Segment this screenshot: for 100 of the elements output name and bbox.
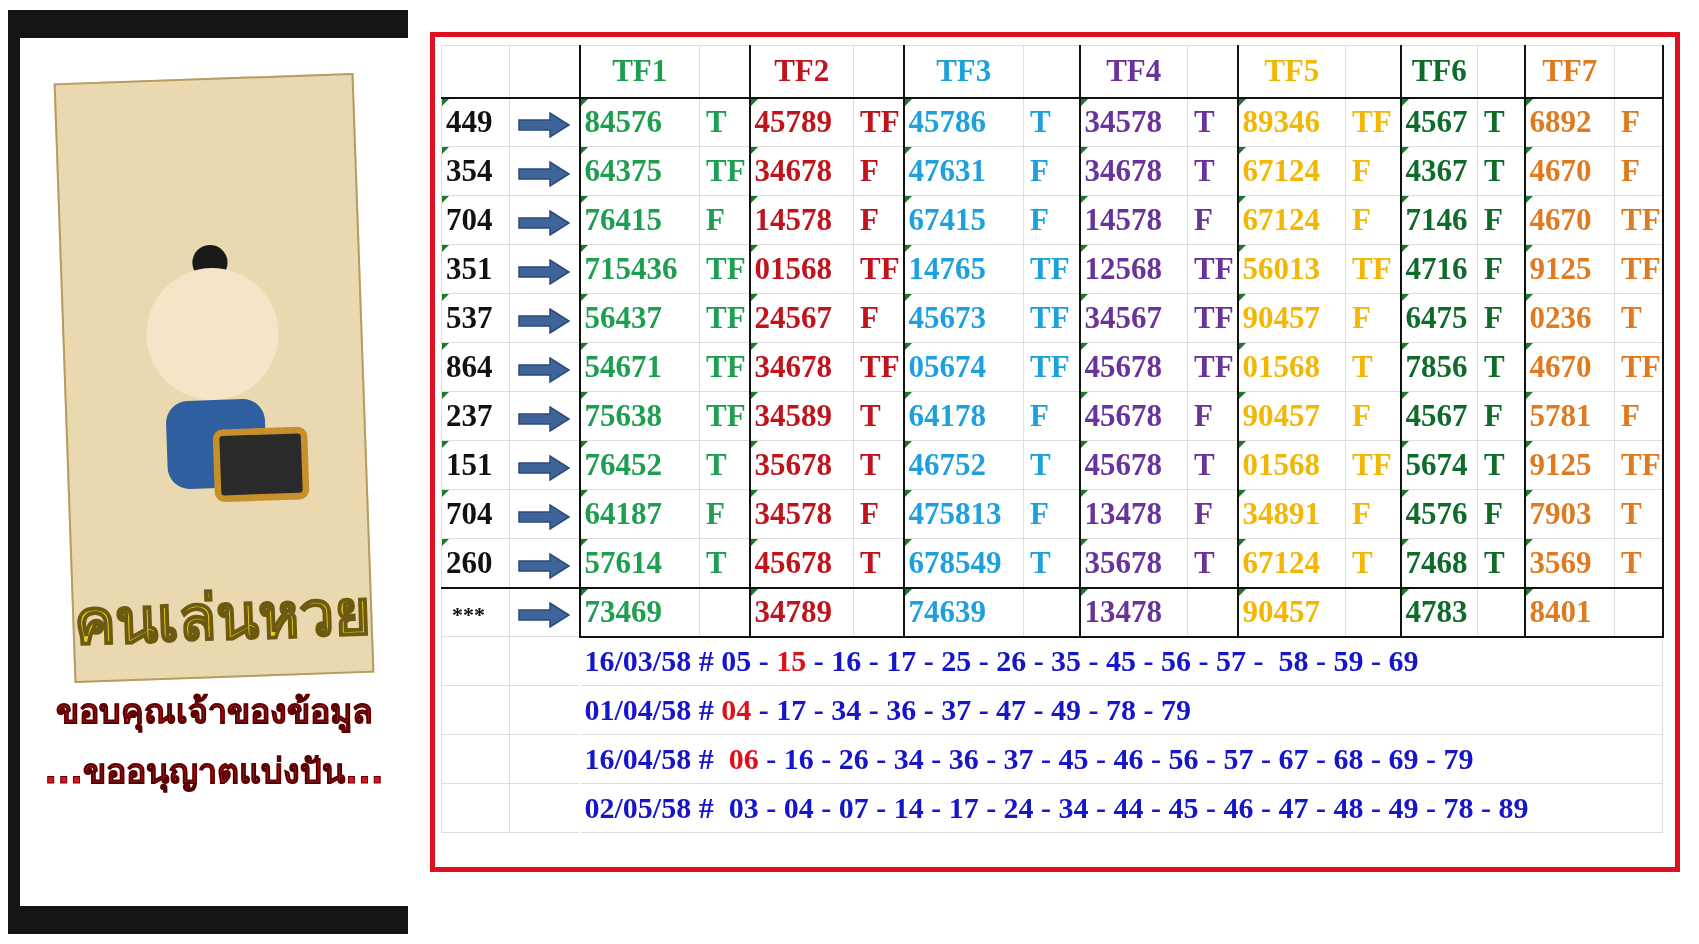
row-label: 537: [446, 300, 493, 335]
result-cell: TF: [1621, 447, 1661, 482]
table-cell: 4367: [1405, 153, 1468, 188]
table-cell: 12568: [1084, 251, 1162, 286]
result-cell: TF: [1194, 300, 1234, 335]
table-cell: 67124: [1242, 153, 1320, 188]
arrow-right-icon: [518, 307, 571, 334]
table-cell: 5674: [1405, 447, 1468, 482]
table-cell: 90457: [1242, 300, 1320, 335]
table-cell: 4670: [1529, 349, 1592, 384]
table-cell: 35678: [1084, 544, 1162, 580]
arrow-right-icon: [518, 356, 571, 383]
thanks-text: ขอบคุณเจ้าของข้อมูล: [55, 690, 373, 735]
table-cell: 45678: [1084, 398, 1162, 433]
result-cell: T: [1621, 300, 1642, 335]
table-cell: 24567: [754, 300, 832, 335]
indicator-icon: [904, 196, 912, 203]
indicator-icon: [904, 294, 912, 301]
table-cell: 4670: [1529, 202, 1592, 237]
column-header: TF3: [936, 53, 992, 89]
indicator-icon: [1080, 245, 1088, 252]
table-cell: 45786: [908, 104, 986, 140]
indicator-icon: [1238, 490, 1246, 497]
result-cell: F: [1621, 398, 1640, 433]
result-cell: TF: [860, 251, 900, 286]
table-cell: 7468: [1405, 544, 1468, 580]
indicator-icon: [442, 147, 449, 154]
table-cell: 7146: [1405, 202, 1468, 237]
result-cell: TF: [1621, 251, 1661, 286]
table-cell: 45678: [754, 544, 832, 580]
indicator-icon: [1080, 392, 1088, 399]
column-header: TF4: [1106, 53, 1162, 89]
result-cell: F: [1484, 251, 1503, 286]
indicator-icon: [1401, 147, 1409, 154]
indicator-icon: [750, 196, 758, 203]
indicator-icon: [1238, 196, 1246, 203]
table-cell: 64187: [584, 496, 662, 531]
result-cell: F: [1484, 496, 1503, 531]
indicator-icon: [1238, 539, 1246, 546]
table-cell: 75638: [584, 398, 662, 433]
table-cell: 34578: [1084, 104, 1162, 140]
result-cell: T: [1484, 153, 1505, 188]
table-cell: 64178: [908, 398, 986, 433]
indicator-icon: [750, 539, 758, 546]
indicator-icon: [1525, 98, 1533, 106]
table-cell: 05674: [908, 349, 986, 384]
indicator-icon: [442, 245, 449, 252]
table-cell: 0236: [1529, 300, 1592, 335]
result-cell: F: [1194, 202, 1213, 237]
result-cell: F: [860, 300, 879, 335]
table-cell: 678549: [908, 544, 1002, 580]
arrow-right-icon: [518, 405, 571, 432]
indicator-icon: [1525, 196, 1533, 203]
result-cell: T: [1030, 447, 1051, 482]
result-cell: F: [860, 153, 879, 188]
indicator-icon: [442, 343, 449, 350]
indicator-icon: [442, 490, 449, 497]
result-cell: T: [1194, 104, 1215, 140]
indicator-icon: [750, 294, 758, 301]
draw-history-line: 02/05/58 # 03 - 04 - 07 - 14 - 17 - 24 - 34 - 44 - 45 - 46 - 47 - 48 - 49 - 78 - 89: [584, 791, 1529, 824]
result-cell: TF: [706, 398, 746, 433]
result-cell: F: [1030, 398, 1049, 433]
result-cell: T: [1621, 496, 1642, 531]
indicator-icon: [904, 343, 912, 350]
indicator-icon: [1080, 294, 1088, 301]
indicator-icon: [442, 392, 449, 399]
column-header: TF5: [1264, 53, 1320, 89]
result-cell: F: [1352, 496, 1371, 531]
table-cell: 34678: [754, 153, 832, 188]
arrow-right-icon: [518, 552, 571, 579]
result-cell: F: [1352, 153, 1371, 188]
table-cell: 4567: [1405, 398, 1468, 433]
table-cell: 4567: [1405, 104, 1468, 140]
indicator-icon: [1525, 490, 1533, 497]
indicator-icon: [904, 588, 912, 596]
arrow-right-icon: [518, 602, 571, 629]
table-cell: 64375: [584, 153, 662, 188]
result-cell: F: [706, 496, 725, 531]
result-cell: F: [1352, 202, 1371, 237]
table-cell: 45678: [1084, 447, 1162, 482]
poster-title: คนเล่นหวย: [72, 574, 372, 661]
table-cell: 8401: [1529, 594, 1592, 629]
column-header: TF2: [774, 53, 830, 89]
indicator-icon: [904, 98, 912, 106]
indicator-icon: [904, 490, 912, 497]
indicator-icon: [1401, 392, 1409, 399]
indicator-icon: [1238, 98, 1246, 106]
indicator-icon: [1080, 98, 1088, 106]
draw-history-line: 16/04/58 # 06 - 16 - 26 - 34 - 36 - 37 - 45 - 46 - 56 - 57 - 67 - 68 - 69 - 79: [584, 742, 1474, 775]
indicator-icon: [580, 147, 588, 154]
indicator-icon: [1525, 294, 1533, 301]
indicator-icon: [1525, 147, 1533, 154]
indicator-icon: [750, 343, 758, 350]
table-cell: 7856: [1405, 349, 1468, 384]
indicator-icon: [580, 343, 588, 350]
result-cell: F: [1030, 202, 1049, 237]
result-cell: TF: [706, 251, 746, 286]
indicator-icon: [1080, 196, 1088, 203]
table-cell: 84576: [584, 104, 662, 140]
table-cell: 01568: [1242, 447, 1320, 482]
